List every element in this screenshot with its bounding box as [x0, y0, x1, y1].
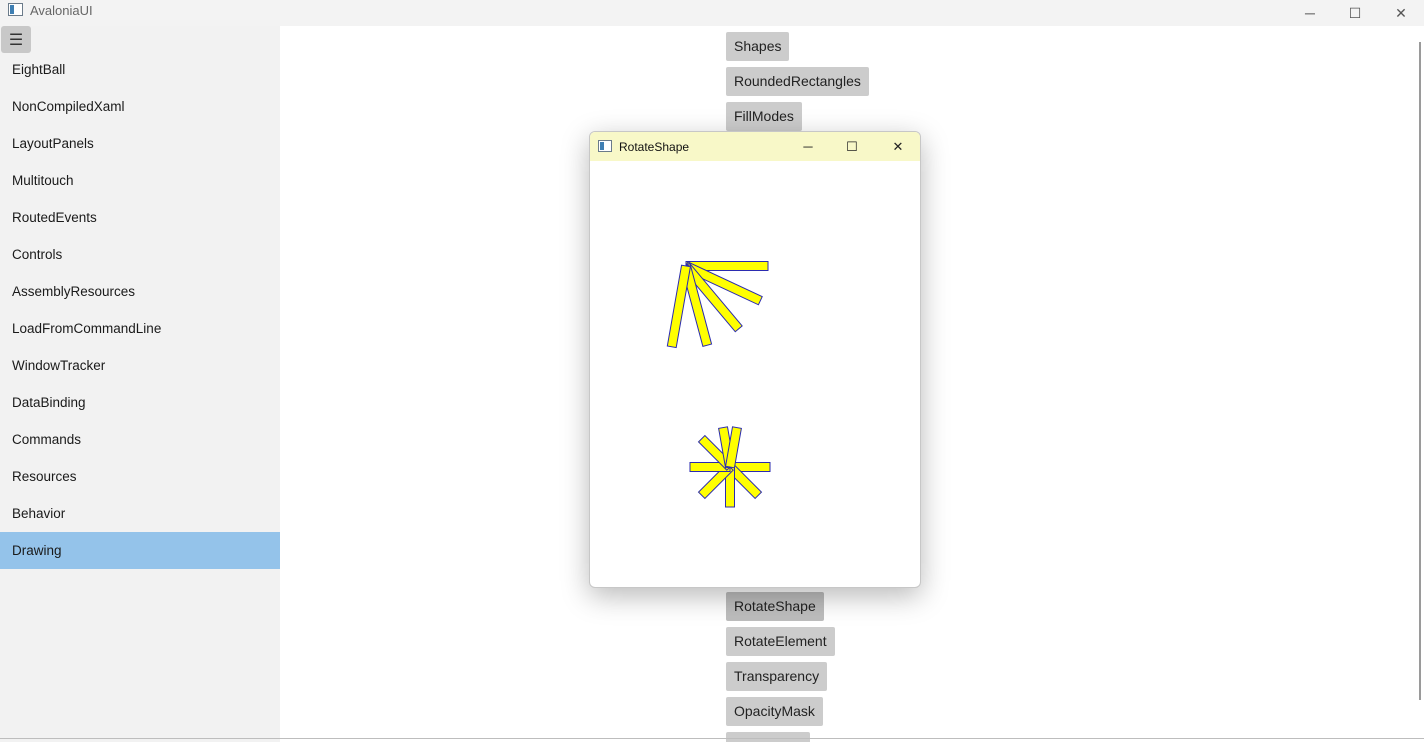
- top-rect-4: [666, 264, 692, 349]
- partial-button[interactable]: [726, 732, 810, 742]
- opacitymask-button-label: OpacityMask: [726, 697, 823, 726]
- app-window-icon: [8, 3, 23, 16]
- sidebar-item-eightball[interactable]: EightBall: [0, 51, 280, 88]
- rotateshape-window: RotateShape ─ ☐ ✕: [589, 131, 921, 588]
- bottom-divider: [0, 738, 1424, 739]
- sidebar: ☰ EightBall NonCompiledXaml LayoutPanels…: [0, 26, 280, 742]
- app-title: AvaloniaUI: [30, 3, 93, 18]
- sidebar-nav-list: EightBall NonCompiledXaml LayoutPanels M…: [0, 51, 280, 569]
- popup-close-icon[interactable]: ✕: [876, 132, 920, 161]
- bottom-rotated-rect-group: [689, 426, 771, 508]
- sidebar-item-assemblyresources[interactable]: AssemblyResources: [0, 273, 280, 310]
- sidebar-item-routedevents[interactable]: RoutedEvents: [0, 199, 280, 236]
- sidebar-item-loadfromcommandline[interactable]: LoadFromCommandLine: [0, 310, 280, 347]
- rotateshape-titlebar[interactable]: RotateShape ─ ☐ ✕: [590, 132, 920, 161]
- shapes-button-label: Shapes: [726, 32, 790, 61]
- shapes-button[interactable]: Shapes: [726, 32, 790, 67]
- roundedrectangles-button-label: RoundedRectangles: [726, 67, 869, 96]
- popup-window-icon: [598, 140, 612, 152]
- popup-minimize-icon[interactable]: ─: [786, 132, 830, 161]
- opacitymask-button[interactable]: OpacityMask: [726, 697, 823, 732]
- rotateshape-button[interactable]: RotateShape: [726, 592, 824, 627]
- sidebar-item-commands[interactable]: Commands: [0, 421, 280, 458]
- popup-maximize-icon[interactable]: ☐: [830, 132, 874, 161]
- sidebar-item-layoutpanels[interactable]: LayoutPanels: [0, 125, 280, 162]
- close-icon[interactable]: ✕: [1378, 0, 1424, 26]
- vertical-scrollbar[interactable]: [1419, 42, 1421, 700]
- maximize-icon[interactable]: ☐: [1332, 0, 1378, 26]
- sidebar-item-controls[interactable]: Controls: [0, 236, 280, 273]
- hamburger-menu-icon[interactable]: ☰: [1, 26, 31, 53]
- rotateshape-button-label: RotateShape: [726, 592, 824, 621]
- popup-title: RotateShape: [619, 140, 690, 154]
- rotateelement-button[interactable]: RotateElement: [726, 627, 835, 662]
- sidebar-item-multitouch[interactable]: Multitouch: [0, 162, 280, 199]
- fillmodes-button-label: FillModes: [726, 102, 802, 131]
- app-titlebar: AvaloniaUI ─ ☐ ✕: [0, 0, 1424, 26]
- sidebar-item-behavior[interactable]: Behavior: [0, 495, 280, 532]
- roundedrectangles-button[interactable]: RoundedRectangles: [726, 67, 869, 102]
- sidebar-item-databinding[interactable]: DataBinding: [0, 384, 280, 421]
- sidebar-item-noncompiledxaml[interactable]: NonCompiledXaml: [0, 88, 280, 125]
- transparency-button-label: Transparency: [726, 662, 828, 691]
- sidebar-item-drawing[interactable]: Drawing: [0, 532, 280, 569]
- rotate-shape-canvas: [666, 261, 771, 508]
- rotateelement-button-label: RotateElement: [726, 627, 835, 656]
- sidebar-item-resources[interactable]: Resources: [0, 458, 280, 495]
- transparency-button[interactable]: Transparency: [726, 662, 828, 697]
- top-rotated-rect-group: [666, 261, 769, 349]
- sidebar-item-windowtracker[interactable]: WindowTracker: [0, 347, 280, 384]
- minimize-icon[interactable]: ─: [1287, 0, 1333, 26]
